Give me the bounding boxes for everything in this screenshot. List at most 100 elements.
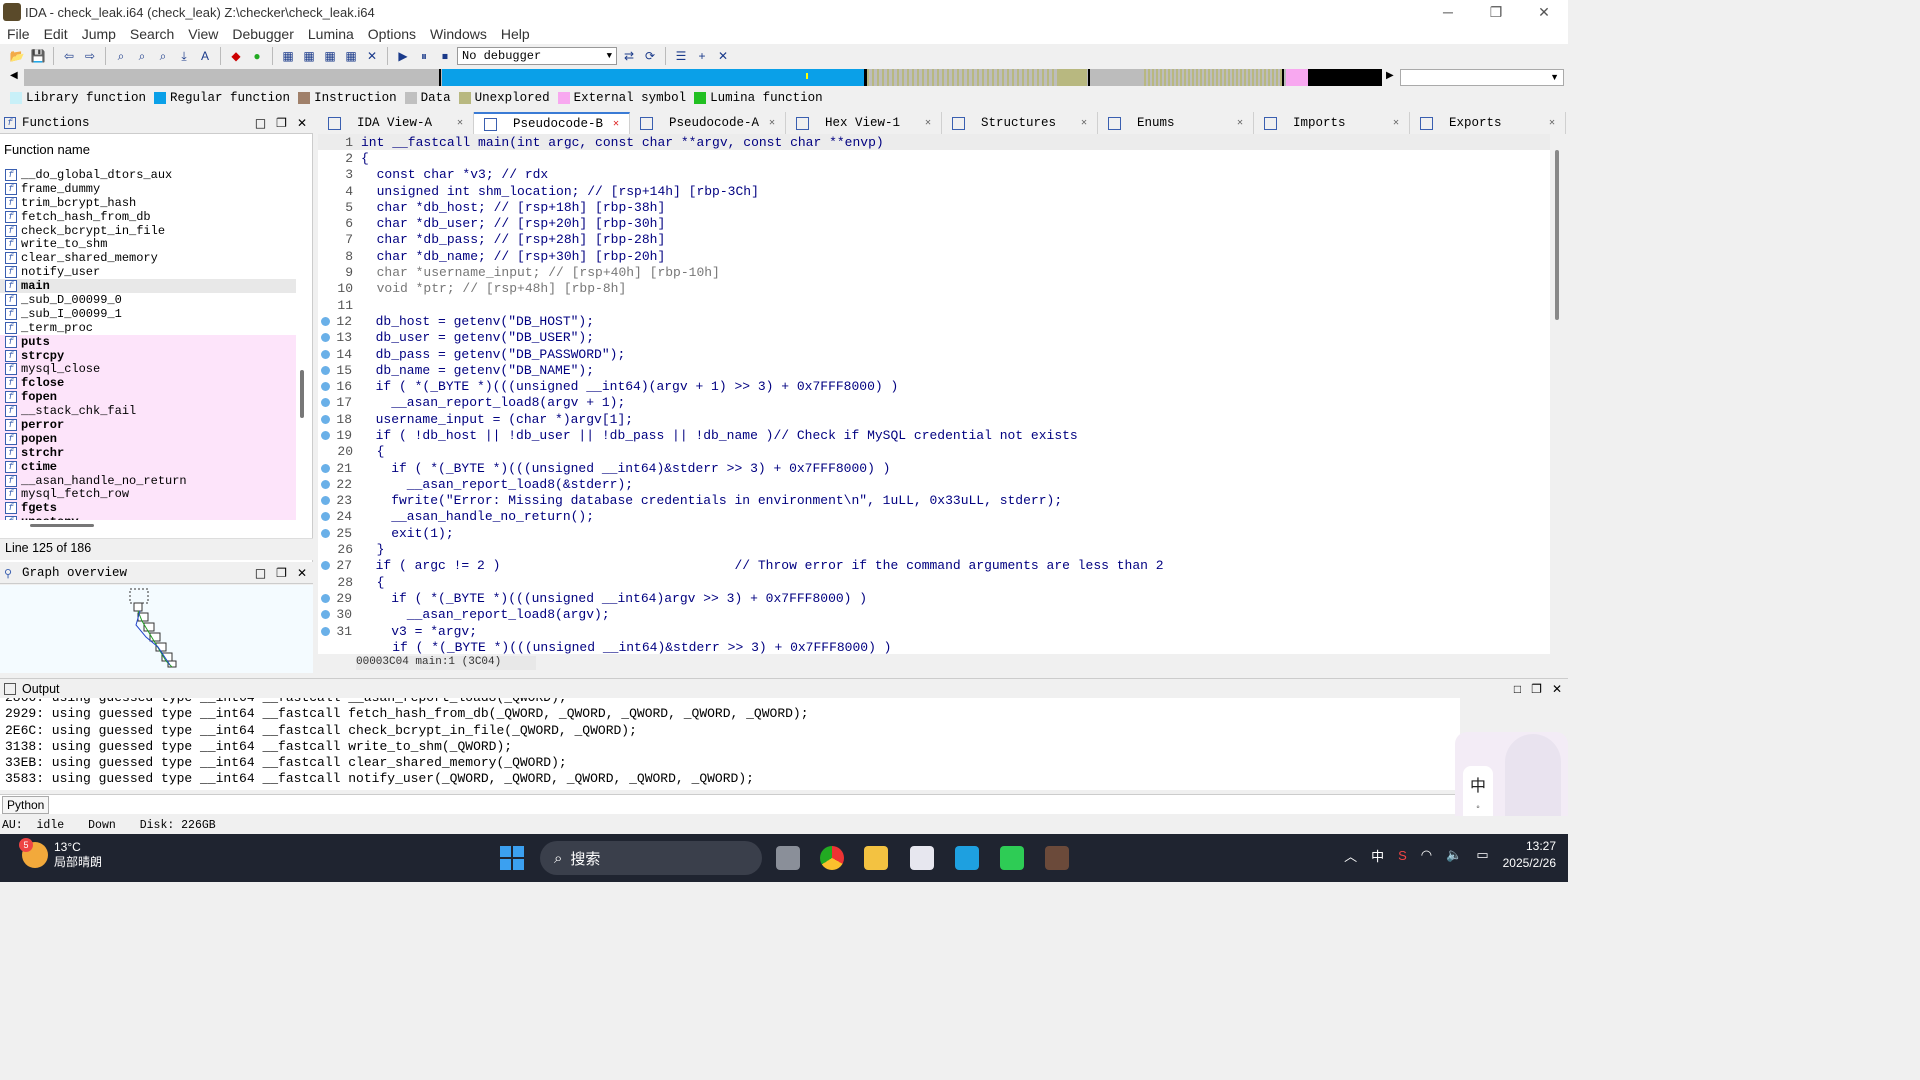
breakpoint-dot-icon[interactable] xyxy=(321,512,330,522)
function-list-item[interactable]: f strchr xyxy=(0,446,296,460)
wifi-icon[interactable]: ◠ xyxy=(1421,847,1432,863)
menu-debugger[interactable]: Debugger xyxy=(225,26,301,42)
code-line[interactable]: 14 db_pass = getenv("DB_PASSWORD"); xyxy=(318,346,1550,362)
breakpoint-dot-icon[interactable] xyxy=(321,561,330,571)
code-line[interactable]: 22 __asan_report_load8(&stderr); xyxy=(318,476,1550,492)
breakpoint-dot-icon[interactable] xyxy=(321,626,330,636)
search-immediate-icon[interactable]: ⌕ xyxy=(154,47,172,65)
code-line[interactable]: 15 db_name = getenv("DB_NAME"); xyxy=(318,362,1550,378)
function-list-item[interactable]: f popen xyxy=(0,432,296,446)
float-icon[interactable]: ❐ xyxy=(276,566,287,580)
nav-right-arrow-icon[interactable]: ▶ xyxy=(1386,70,1394,81)
snipping-tool-icon[interactable] xyxy=(910,846,934,870)
function-list-item[interactable]: f main xyxy=(0,279,296,293)
function-list-item[interactable]: f mysql_close xyxy=(0,362,296,376)
search-binary-icon[interactable]: ⌕ xyxy=(133,47,151,65)
stop-icon[interactable]: ⏹ xyxy=(436,47,454,65)
code-line[interactable]: 4 unsigned int shm_location; // [rsp+14h… xyxy=(318,183,1550,199)
ida-taskbar-icon[interactable] xyxy=(1045,846,1069,870)
nav-left-arrow-icon[interactable]: ◀ xyxy=(10,70,18,81)
breakpoint-slot[interactable] xyxy=(321,284,331,294)
close-icon[interactable]: ✕ xyxy=(613,118,619,130)
breakpoint-slot[interactable] xyxy=(321,545,331,555)
close-icon[interactable]: ✕ xyxy=(1552,682,1562,696)
jump-icon[interactable]: ⤓ xyxy=(175,47,193,65)
code-line[interactable]: 26 } xyxy=(318,541,1550,557)
vertical-scrollbar[interactable] xyxy=(300,370,304,418)
function-list-item[interactable]: f __stack_chk_fail xyxy=(0,404,296,418)
breakpoint-dot-icon[interactable] xyxy=(321,528,330,538)
maximize-button[interactable]: ❐ xyxy=(1472,0,1520,24)
breakpoint-dot-icon[interactable] xyxy=(321,382,330,392)
clock[interactable]: 13:27 2025/2/26 xyxy=(1503,838,1556,872)
app-tray-icon[interactable]: S xyxy=(1398,848,1407,863)
graph-icon[interactable]: ◆ xyxy=(227,47,245,65)
graph-overview-canvas[interactable] xyxy=(0,585,313,673)
code-line[interactable]: 12 db_host = getenv("DB_HOST"); xyxy=(318,313,1550,329)
windows-start-icon[interactable] xyxy=(500,846,524,870)
weather-widget[interactable]: 5 13°C 局部晴朗 xyxy=(19,838,102,870)
function-list-item[interactable]: f perror xyxy=(0,418,296,432)
breakpoint-slot[interactable] xyxy=(321,235,331,245)
code-line[interactable]: 16 if ( *(_BYTE *)(((unsigned __int64)(a… xyxy=(318,378,1550,394)
close-icon[interactable]: ✕ xyxy=(1549,117,1555,129)
menu-lumina[interactable]: Lumina xyxy=(301,26,361,42)
python-command-bar[interactable]: Python xyxy=(0,794,1460,814)
attach-icon[interactable]: ⇄ xyxy=(620,47,638,65)
code-line[interactable]: 13 db_user = getenv("DB_USER"); xyxy=(318,330,1550,346)
code-line[interactable]: 1 int __fastcall main(int argc, const cha… xyxy=(318,134,1550,151)
breakpoint-dot-icon[interactable] xyxy=(321,398,330,408)
code-line[interactable]: 2{ xyxy=(318,150,1550,166)
tab-imports[interactable]: Imports ✕ xyxy=(1254,112,1410,134)
open-icon[interactable]: 📂 xyxy=(8,47,26,65)
function-list-item[interactable]: f mysql_fetch_row xyxy=(0,487,296,501)
code-line[interactable]: 29 if ( *(_BYTE *)(((unsigned __int64)ar… xyxy=(318,590,1550,606)
float-icon[interactable]: ❐ xyxy=(276,116,287,130)
save-icon[interactable]: 💾 xyxy=(29,47,47,65)
breakpoint-dot-icon[interactable] xyxy=(321,365,330,375)
breakpoint-dot-icon[interactable] xyxy=(321,316,330,326)
function-list-item[interactable]: f fclose xyxy=(0,376,296,390)
app-icon[interactable] xyxy=(955,846,979,870)
code-line[interactable]: 24 __asan_handle_no_return(); xyxy=(318,509,1550,525)
undefine-icon[interactable]: ✕ xyxy=(363,47,381,65)
breakpoint-dot-icon[interactable] xyxy=(321,610,330,620)
code-vertical-scrollbar[interactable] xyxy=(1555,150,1559,320)
maximize-icon[interactable]: □ xyxy=(255,566,266,580)
close-button[interactable]: ✕ xyxy=(1520,0,1568,24)
tab-structures[interactable]: Structures ✕ xyxy=(942,112,1098,134)
breakpoint-dot-icon[interactable] xyxy=(321,593,330,603)
refresh-icon[interactable]: ⟳ xyxy=(641,47,659,65)
code-line[interactable]: 23 fwrite("Error: Missing database crede… xyxy=(318,493,1550,509)
close-icon[interactable]: ✕ xyxy=(1081,117,1087,129)
python-language-button[interactable]: Python xyxy=(2,795,50,814)
breakpoint-slot[interactable] xyxy=(321,642,331,652)
code-line[interactable]: 5 char *db_host; // [rsp+18h] [rbp-38h] xyxy=(318,199,1550,215)
code-line[interactable]: 28 { xyxy=(318,574,1550,590)
breakpoint-slot[interactable] xyxy=(321,153,331,163)
menu-file[interactable]: File xyxy=(0,26,37,42)
menu-view[interactable]: View xyxy=(181,26,225,42)
tab-hex-view-1[interactable]: Hex View-1 ✕ xyxy=(786,112,942,134)
function-list-item[interactable]: f __do_global_dtors_aux xyxy=(0,168,296,182)
ime-indicator[interactable]: 中 xyxy=(1371,846,1384,865)
code-line[interactable]: 30 __asan_report_load8(argv); xyxy=(318,607,1550,623)
maximize-icon[interactable]: □ xyxy=(1514,682,1521,696)
navigation-bar[interactable] xyxy=(24,69,1382,86)
breakpoint-slot[interactable] xyxy=(321,268,331,278)
breakpoint-slot[interactable] xyxy=(321,170,331,180)
code-line[interactable]: 10 void *ptr; // [rsp+48h] [rbp-8h] xyxy=(318,281,1550,297)
column-header-function-name[interactable]: Function name xyxy=(4,142,90,157)
function-list-item[interactable]: f ctime xyxy=(0,460,296,474)
chrome-icon[interactable] xyxy=(820,846,844,870)
code-icon[interactable]: ▦ xyxy=(279,47,297,65)
code-line[interactable]: 3 const char *v3; // rdx xyxy=(318,167,1550,183)
tab-exports[interactable]: Exports ✕ xyxy=(1410,112,1566,134)
chevron-up-icon[interactable]: ︿ xyxy=(1344,846,1357,865)
code-line[interactable]: 21 if ( *(_BYTE *)(((unsigned __int64)&s… xyxy=(318,460,1550,476)
tab-pseudocode-a[interactable]: Pseudocode-A ✕ xyxy=(630,112,786,134)
text-icon[interactable]: A xyxy=(196,47,214,65)
back-icon[interactable]: ⇦ xyxy=(60,47,78,65)
pseudocode-view[interactable]: 1 int __fastcall main(int argc, const cha… xyxy=(318,134,1550,654)
function-list-item[interactable]: f fetch_hash_from_db xyxy=(0,210,296,224)
